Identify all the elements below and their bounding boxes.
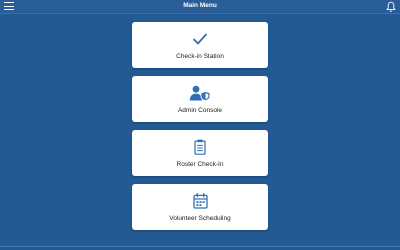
admin-console-label: Admin Console bbox=[177, 107, 223, 114]
admin-console-button[interactable]: Admin Console bbox=[132, 76, 268, 122]
check-in-station-label: Check-in Station bbox=[176, 53, 224, 60]
check-in-station-button[interactable]: Check-in Station bbox=[132, 22, 268, 68]
bottom-divider bbox=[0, 246, 400, 247]
roster-check-in-label: Roster Check-In bbox=[176, 161, 224, 168]
volunteer-scheduling-label: Volunteer Scheduling bbox=[169, 215, 231, 222]
bell-icon[interactable] bbox=[386, 0, 396, 12]
calendar-icon bbox=[132, 193, 268, 209]
admin-user-shield-icon bbox=[132, 85, 268, 101]
volunteer-scheduling-button[interactable]: Volunteer Scheduling bbox=[132, 184, 268, 230]
clipboard-icon bbox=[132, 139, 268, 155]
roster-check-in-button[interactable]: Roster Check-In bbox=[132, 130, 268, 176]
top-navigation-bar: Main Menu bbox=[0, 0, 400, 14]
page-title: Main Menu bbox=[183, 2, 217, 9]
checkmark-icon bbox=[132, 31, 268, 47]
